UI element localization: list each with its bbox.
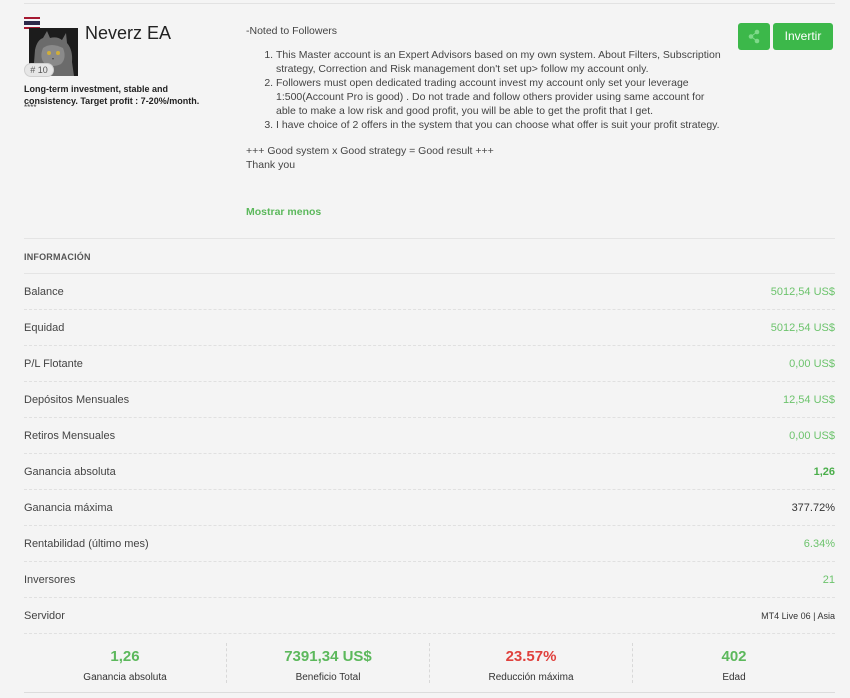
info-label: Rentabilidad (último mes) bbox=[24, 538, 149, 550]
info-label: P/L Flotante bbox=[24, 358, 83, 370]
info-table: Balance 5012,54 US$ Equidad 5012,54 US$ … bbox=[24, 274, 835, 634]
info-row-floating-pl: P/L Flotante 0,00 US$ bbox=[24, 346, 835, 382]
info-row-monthly-deposits: Depósitos Mensuales 12,54 US$ bbox=[24, 382, 835, 418]
info-row-absolute-gain: Ganancia absoluta 1,26 bbox=[24, 454, 835, 490]
info-value: 1,26 bbox=[813, 466, 835, 478]
description-outro: +++ Good system x Good strategy = Good r… bbox=[246, 145, 494, 157]
provider-name[interactable]: Neverz EA bbox=[85, 23, 171, 44]
provider-tagline: Long-term investment, stable and consist… bbox=[24, 84, 200, 106]
top-divider bbox=[24, 3, 835, 4]
stat-value: 7391,34 US$ bbox=[284, 648, 372, 665]
info-label: Ganancia absoluta bbox=[24, 466, 116, 478]
stat-caption: Edad bbox=[722, 672, 746, 683]
info-label: Ganancia máxima bbox=[24, 502, 113, 514]
info-value: 0,00 US$ bbox=[789, 430, 835, 442]
info-value: 6.34% bbox=[803, 538, 835, 550]
info-value: 21 bbox=[822, 574, 835, 586]
stat-caption: Ganancia absoluta bbox=[83, 672, 167, 683]
info-value: MT4 Live 06 | Asia bbox=[761, 611, 835, 621]
info-value: 12,54 US$ bbox=[783, 394, 835, 406]
rating-stars: **** bbox=[24, 103, 37, 112]
info-value: 5012,54 US$ bbox=[770, 286, 835, 298]
description-item: I have choice of 2 offers in the system … bbox=[276, 118, 721, 132]
description-item: Followers must open dedicated trading ac… bbox=[276, 76, 721, 118]
info-label: Depósitos Mensuales bbox=[24, 394, 130, 406]
info-row-investors: Inversores 21 bbox=[24, 562, 835, 598]
share-icon bbox=[748, 29, 760, 44]
rank-badge: # 10 bbox=[24, 63, 54, 77]
stat-caption: Beneficio Total bbox=[295, 672, 361, 683]
stat-value: 23.57% bbox=[505, 648, 557, 665]
info-row-max-gain: Ganancia máxima 377.72% bbox=[24, 490, 835, 526]
info-label: Equidad bbox=[24, 322, 65, 334]
info-row-profitability: Rentabilidad (último mes) 6.34% bbox=[24, 526, 835, 562]
share-button[interactable] bbox=[738, 23, 770, 50]
stat-value: 402 bbox=[721, 648, 747, 665]
stat-absolute-gain: 1,26 Ganancia absoluta bbox=[24, 641, 226, 685]
info-value: 0,00 US$ bbox=[789, 358, 835, 370]
info-row-balance: Balance 5012,54 US$ bbox=[24, 274, 835, 310]
info-label: Retiros Mensuales bbox=[24, 430, 116, 442]
info-label: Servidor bbox=[24, 610, 65, 622]
stat-value: 1,26 bbox=[110, 648, 140, 665]
info-label: Inversores bbox=[24, 574, 76, 586]
info-section-title: INFORMACIÓN bbox=[24, 252, 91, 262]
show-less-link[interactable]: Mostrar menos bbox=[246, 206, 321, 218]
stat-total-profit: 7391,34 US$ Beneficio Total bbox=[227, 641, 429, 685]
stat-caption: Reducción máxima bbox=[488, 672, 574, 683]
description-list: This Master account is an Expert Advisor… bbox=[276, 48, 721, 132]
invest-button[interactable]: Invertir bbox=[773, 23, 833, 50]
info-row-monthly-withdrawals: Retiros Mensuales 0,00 US$ bbox=[24, 418, 835, 454]
stat-age: 402 Edad bbox=[633, 641, 835, 685]
stat-max-drawdown: 23.57% Reducción máxima bbox=[430, 641, 632, 685]
summary-stats: 1,26 Ganancia absoluta 7391,34 US$ Benef… bbox=[24, 641, 835, 689]
info-value: 5012,54 US$ bbox=[770, 322, 835, 334]
description: -Noted to Followers This Master account … bbox=[246, 24, 721, 172]
description-thanks: Thank you bbox=[246, 159, 296, 171]
info-row-equity: Equidad 5012,54 US$ bbox=[24, 310, 835, 346]
info-value: 377.72% bbox=[791, 502, 835, 514]
bottom-divider bbox=[24, 692, 835, 693]
section-divider bbox=[24, 238, 835, 239]
info-row-server: Servidor MT4 Live 06 | Asia bbox=[24, 598, 835, 634]
description-item: This Master account is an Expert Advisor… bbox=[276, 48, 721, 76]
description-intro: -Noted to Followers bbox=[246, 25, 338, 37]
info-label: Balance bbox=[24, 286, 64, 298]
